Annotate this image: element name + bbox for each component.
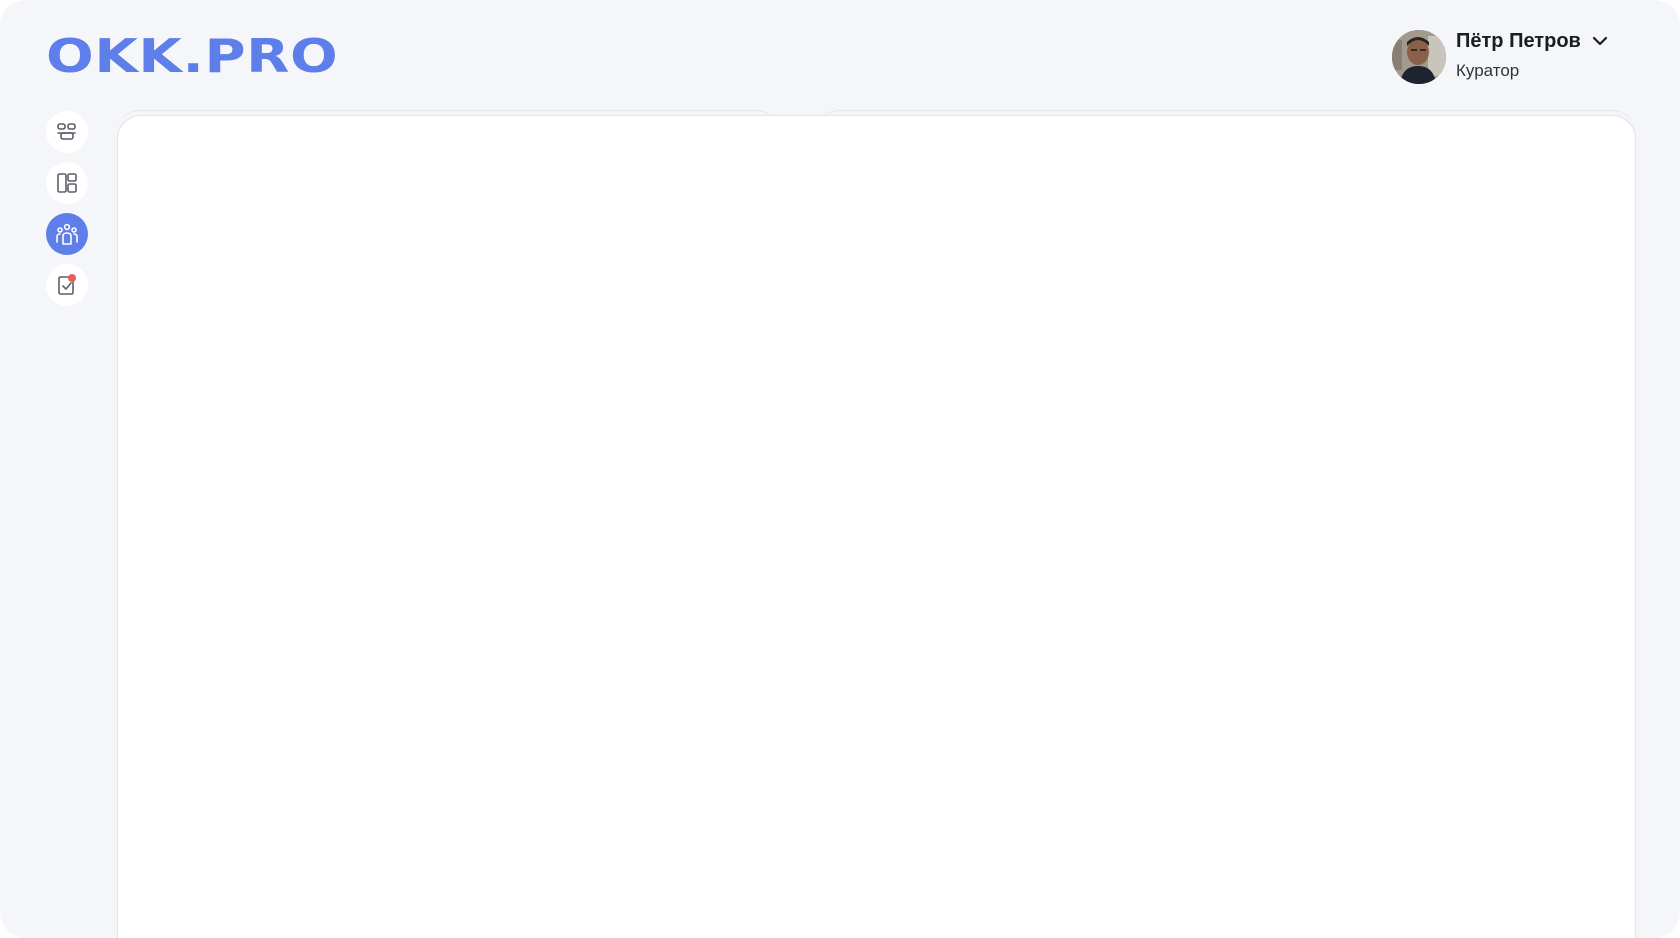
sidebar (46, 111, 90, 315)
sidebar-item-tasks[interactable] (46, 264, 88, 306)
notification-badge (68, 274, 76, 282)
sidebar-item-layout[interactable] (46, 162, 88, 204)
main-content (117, 115, 1636, 938)
profile-role: Куратор (1456, 61, 1520, 80)
team-icon (55, 222, 79, 246)
profile-name[interactable]: Пётр Петров (1456, 28, 1581, 54)
layout-icon (56, 172, 78, 194)
sidebar-item-staff[interactable] (46, 111, 88, 153)
app-window: OKK.PRO Пётр Петров Куратор (0, 0, 1680, 938)
user-profile[interactable]: Пётр Петров Куратор (1392, 28, 1622, 86)
chevron-down-icon[interactable] (1592, 34, 1608, 48)
logo[interactable]: OKK.PRO (46, 30, 338, 82)
avatar[interactable] (1392, 30, 1446, 84)
sidebar-item-team[interactable] (46, 213, 88, 255)
people-grid-icon (56, 121, 78, 143)
